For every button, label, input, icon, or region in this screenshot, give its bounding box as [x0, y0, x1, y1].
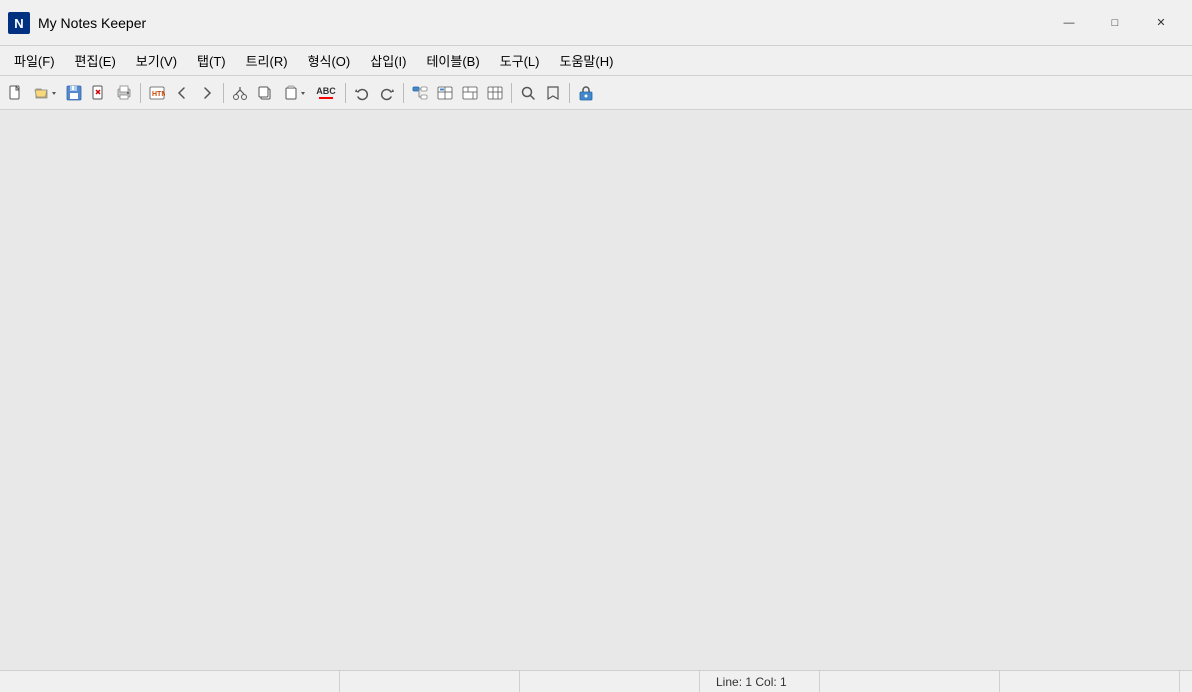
menu-insert[interactable]: 삽입(I) [360, 47, 416, 74]
toolbar-sep-4 [403, 83, 404, 103]
tree-view-button[interactable] [408, 81, 432, 105]
status-segment-3 [520, 671, 700, 692]
table-insert-row-button[interactable] [433, 81, 457, 105]
status-segment-2 [340, 671, 520, 692]
svg-text:HTM: HTM [152, 91, 165, 98]
close-button[interactable]: ✕ [1138, 8, 1184, 38]
menu-tree[interactable]: 트리(R) [236, 47, 298, 74]
toolbar-sep-6 [569, 83, 570, 103]
svg-text:N: N [14, 16, 23, 31]
toolbar-sep-2 [223, 83, 224, 103]
encrypt-button[interactable] [574, 81, 598, 105]
export-button[interactable]: HTM [145, 81, 169, 105]
toolbar: HTM [0, 76, 1192, 110]
window-controls: — □ ✕ [1046, 8, 1184, 38]
status-line-col: Line: 1 Col: 1 [700, 671, 820, 692]
table-split-button[interactable] [483, 81, 507, 105]
cut-button[interactable] [228, 81, 252, 105]
menu-file[interactable]: 파일(F) [4, 47, 65, 74]
menu-help[interactable]: 도움말(H) [550, 47, 624, 74]
menu-tools[interactable]: 도구(L) [490, 47, 550, 74]
status-segment-6 [1000, 671, 1180, 692]
menu-bar: 파일(F) 편집(E) 보기(V) 탭(T) 트리(R) 형식(O) 삽입(I)… [0, 46, 1192, 76]
print-preview-button[interactable] [112, 81, 136, 105]
status-bar: Line: 1 Col: 1 [0, 670, 1192, 692]
status-segment-1 [0, 671, 340, 692]
bookmark-button[interactable] [541, 81, 565, 105]
toolbar-sep-1 [140, 83, 141, 103]
find-button[interactable] [516, 81, 540, 105]
menu-edit[interactable]: 편집(E) [65, 47, 126, 74]
maximize-button[interactable]: □ [1092, 8, 1138, 38]
redo-button[interactable] [375, 81, 399, 105]
toolbar-sep-5 [511, 83, 512, 103]
abc-spell-icon: ABC [316, 87, 336, 99]
spellcheck-button[interactable]: ABC [311, 81, 341, 105]
menu-format[interactable]: 형식(O) [298, 47, 361, 74]
undo-button[interactable] [350, 81, 374, 105]
save-button[interactable] [62, 81, 86, 105]
app-logo: N [8, 12, 30, 34]
menu-table[interactable]: 테이블(B) [416, 47, 489, 74]
paste-button[interactable] [278, 81, 310, 105]
open-file-button[interactable] [29, 81, 61, 105]
copy-button[interactable] [253, 81, 277, 105]
main-content [0, 110, 1192, 670]
table-merge-button[interactable] [458, 81, 482, 105]
status-segment-5 [820, 671, 1000, 692]
nav-forward-button[interactable] [195, 81, 219, 105]
line-col-text: Line: 1 Col: 1 [716, 675, 787, 689]
app-title: My Notes Keeper [38, 15, 1046, 31]
title-bar: N My Notes Keeper — □ ✕ [0, 0, 1192, 46]
new-file-button[interactable] [4, 81, 28, 105]
nav-back-button[interactable] [170, 81, 194, 105]
menu-tab[interactable]: 탭(T) [187, 47, 236, 74]
close-note-button[interactable] [87, 81, 111, 105]
menu-view[interactable]: 보기(V) [126, 47, 187, 74]
toolbar-sep-3 [345, 83, 346, 103]
minimize-button[interactable]: — [1046, 8, 1092, 38]
